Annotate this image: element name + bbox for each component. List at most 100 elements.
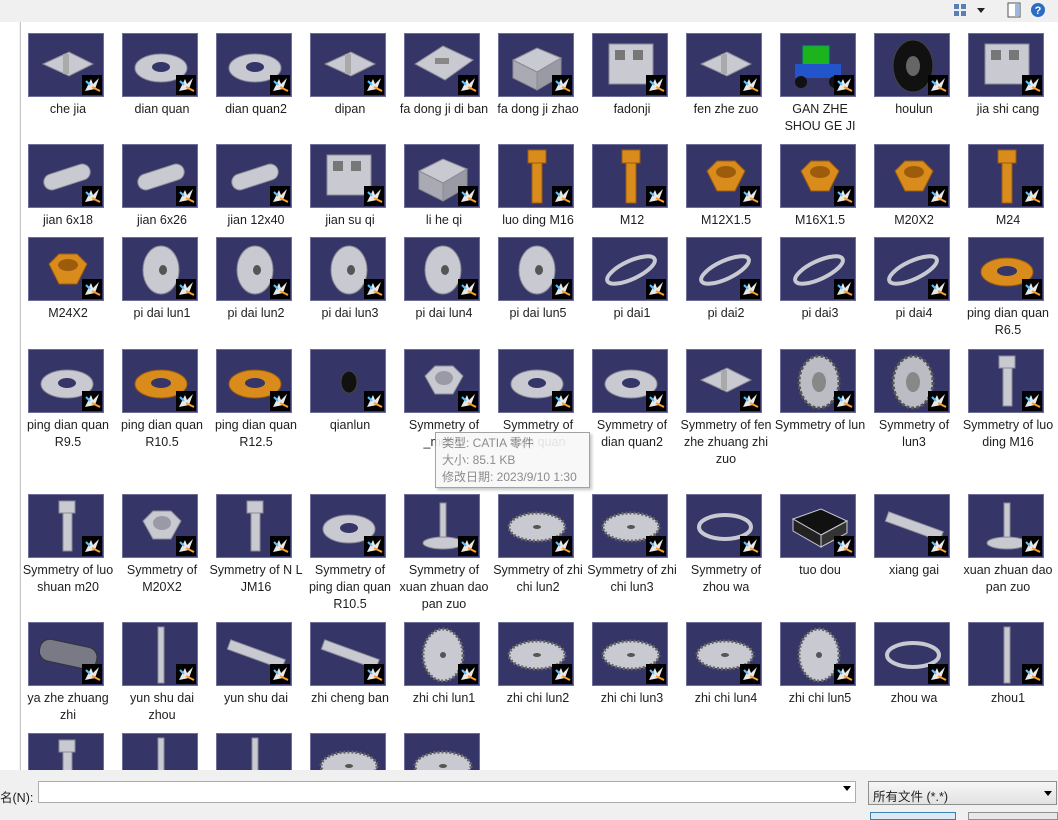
catia-icon bbox=[82, 75, 102, 95]
catia-icon bbox=[740, 664, 760, 684]
file-name: pi dai1 bbox=[613, 306, 651, 320]
file-name: ping dian quan R10.5 bbox=[120, 418, 204, 449]
catia-icon bbox=[270, 75, 290, 95]
file-thumbnail bbox=[310, 349, 386, 413]
catia-icon bbox=[928, 391, 948, 411]
view-menu-icon[interactable] bbox=[952, 2, 968, 18]
file-thumbnail bbox=[498, 494, 574, 558]
catia-icon bbox=[928, 186, 948, 206]
file-name: zhi chi lun5 bbox=[788, 691, 852, 705]
file-name: jia shi cang bbox=[976, 102, 1040, 116]
file-thumbnail bbox=[216, 494, 292, 558]
file-thumbnail bbox=[216, 349, 292, 413]
file-thumbnail bbox=[216, 237, 292, 301]
file-thumbnail bbox=[122, 349, 198, 413]
file-name: Symmetry of ping dian quan R10.5 bbox=[308, 563, 392, 611]
bottom-bar: 名(N): 所有文件 (*.*) bbox=[0, 770, 1058, 820]
filename-label: 名(N): bbox=[0, 791, 34, 805]
file-name: zhi chi lun2 bbox=[506, 691, 570, 705]
file-name: pi dai lun2 bbox=[227, 306, 285, 320]
catia-icon bbox=[834, 75, 854, 95]
file-thumbnail bbox=[592, 622, 668, 686]
catia-icon bbox=[270, 664, 290, 684]
catia-icon bbox=[458, 536, 478, 556]
catia-icon bbox=[82, 536, 102, 556]
catia-icon bbox=[364, 186, 384, 206]
file-thumbnail bbox=[686, 237, 762, 301]
chevron-down-icon[interactable] bbox=[1044, 791, 1052, 796]
file-name: jian 12x40 bbox=[227, 213, 285, 227]
part-preview-icon bbox=[413, 750, 473, 770]
file-name: Symmetry of zhi chi lun2 bbox=[493, 563, 583, 594]
chevron-down-icon[interactable] bbox=[974, 2, 988, 18]
file-thumbnail bbox=[310, 733, 386, 770]
file-name: Symmetry of xuan zhuan dao pan zuo bbox=[399, 563, 489, 611]
file-name: dian quan2 bbox=[225, 102, 287, 116]
catia-icon bbox=[928, 279, 948, 299]
file-thumbnail bbox=[310, 237, 386, 301]
catia-icon bbox=[176, 391, 196, 411]
preview-pane-icon[interactable] bbox=[1006, 2, 1022, 18]
catia-icon bbox=[928, 664, 948, 684]
catia-icon bbox=[270, 536, 290, 556]
file-name: pi dai lun5 bbox=[509, 306, 567, 320]
catia-icon bbox=[740, 536, 760, 556]
file-thumbnail bbox=[404, 494, 480, 558]
file-list[interactable]: che jia dian quan dian quan2 dipan fa dong j… bbox=[20, 22, 1058, 770]
cancel-button[interactable] bbox=[968, 812, 1058, 820]
file-name: qianlun bbox=[329, 418, 371, 432]
help-icon[interactable]: ? bbox=[1030, 2, 1046, 18]
catia-icon bbox=[740, 75, 760, 95]
file-name: M24X2 bbox=[48, 306, 88, 320]
file-thumbnail bbox=[592, 237, 668, 301]
file-thumbnail bbox=[592, 144, 668, 208]
file-name: pi dai lun4 bbox=[415, 306, 473, 320]
file-name: M12X1.5 bbox=[700, 213, 752, 227]
catia-icon bbox=[646, 664, 666, 684]
file-name: fen zhe zuo bbox=[693, 102, 759, 116]
file-thumbnail bbox=[404, 144, 480, 208]
file-name: ya zhe zhuang zhi bbox=[27, 691, 109, 722]
file-name: Symmetry of dian quan2 bbox=[596, 418, 668, 449]
catia-icon bbox=[82, 391, 102, 411]
catia-icon bbox=[82, 279, 102, 299]
file-thumbnail bbox=[874, 237, 950, 301]
toolbar: ? bbox=[0, 0, 1058, 22]
file-name: M24 bbox=[995, 213, 1021, 227]
catia-icon bbox=[552, 75, 572, 95]
file-name: luo ding M16 bbox=[502, 213, 574, 227]
file-thumbnail bbox=[780, 144, 856, 208]
catia-icon bbox=[646, 186, 666, 206]
file-name: zhou wa bbox=[890, 691, 938, 705]
chevron-down-icon[interactable] bbox=[843, 786, 851, 791]
file-name: Symmetry of lun bbox=[774, 418, 866, 432]
catia-icon bbox=[646, 391, 666, 411]
file-thumbnail bbox=[216, 622, 292, 686]
file-thumbnail bbox=[404, 33, 480, 97]
part-preview-icon bbox=[58, 739, 76, 770]
file-thumbnail bbox=[686, 349, 762, 413]
tooltip-date: 修改日期: 2023/9/10 1:30 bbox=[442, 470, 577, 484]
file-name: GAN ZHE SHOU GE JI bbox=[784, 102, 856, 133]
file-thumbnail bbox=[968, 33, 1044, 97]
catia-icon bbox=[270, 391, 290, 411]
file-name: fa dong ji zhao bbox=[497, 102, 579, 116]
filename-input[interactable] bbox=[38, 781, 856, 803]
navigation-pane-edge bbox=[0, 22, 19, 770]
catia-icon bbox=[646, 536, 666, 556]
catia-icon bbox=[740, 186, 760, 206]
catia-icon bbox=[646, 75, 666, 95]
file-thumbnail bbox=[122, 622, 198, 686]
file-name: jian 6x18 bbox=[42, 213, 94, 227]
file-name: xuan zhuan dao pan zuo bbox=[963, 563, 1053, 594]
catia-icon bbox=[552, 391, 572, 411]
file-thumbnail bbox=[122, 494, 198, 558]
catia-icon bbox=[458, 75, 478, 95]
part-preview-icon bbox=[319, 750, 379, 770]
file-thumbnail bbox=[592, 33, 668, 97]
file-thumbnail bbox=[216, 733, 292, 770]
catia-icon bbox=[176, 279, 196, 299]
file-thumbnail bbox=[28, 494, 104, 558]
filetype-select[interactable]: 所有文件 (*.*) bbox=[868, 781, 1057, 805]
open-button[interactable] bbox=[870, 812, 956, 820]
